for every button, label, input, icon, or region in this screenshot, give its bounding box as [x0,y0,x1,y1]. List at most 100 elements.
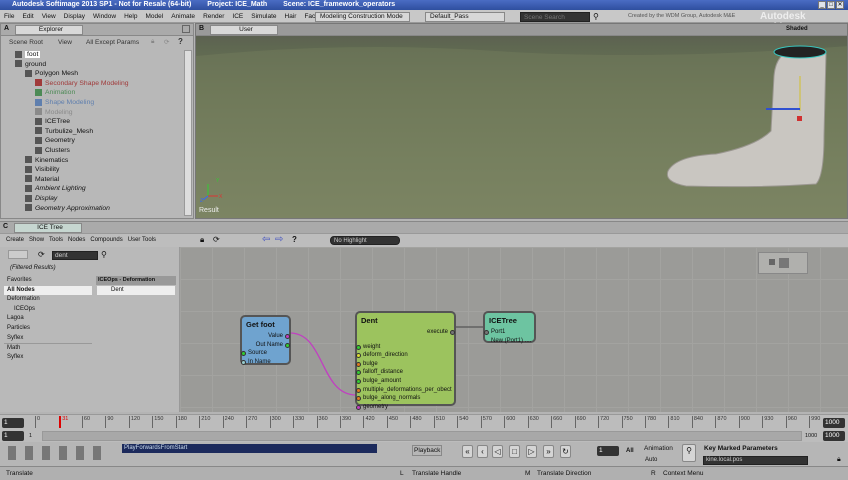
first-frame-button[interactable]: « [462,445,473,458]
prev-key-button[interactable]: ‹ [477,445,488,458]
view-letter[interactable]: A [4,25,9,32]
port-value[interactable]: Value [242,332,290,341]
current-frame-field[interactable]: 1 [597,446,619,456]
scene-search-input[interactable] [520,12,590,22]
playback-menu-button[interactable]: Playback [412,445,443,456]
help-icon[interactable]: ? [292,235,297,244]
wire-value-to-geometry[interactable] [289,332,357,396]
menu-view[interactable]: View [42,10,56,23]
tree-item[interactable]: Material [3,175,183,185]
tree-item[interactable]: ground [3,60,183,70]
port-deform-direction[interactable]: deform_direction [356,351,454,360]
tree-item[interactable]: Geometry Approximation [3,204,183,214]
tree-item[interactable]: Visibility [3,165,183,175]
close-button[interactable]: ✕ [836,1,844,9]
help-button[interactable]: ? [178,37,183,46]
menu-animate[interactable]: Animate [171,10,195,23]
ice-view-select[interactable]: ICE Tree [14,223,82,233]
port-port1[interactable]: Port1 [484,328,534,337]
menu-hair[interactable]: Hair [285,10,297,23]
timeline[interactable]: 1 0 31 60 90 120 150 180 210 240 270 300 330 360 390 4… [0,414,848,430]
stop-button[interactable]: □ [509,445,520,458]
port-weight[interactable]: weight [356,343,454,352]
tree-item[interactable]: foot [3,50,183,60]
tree-item[interactable]: Turbulize_Mesh [3,127,183,137]
maximize-button[interactable]: □ [827,1,835,9]
range-slider[interactable]: 1 1 1000 1000 [0,430,848,442]
tree-item[interactable]: Display [3,194,183,204]
tree-item[interactable]: ICETree [3,117,183,127]
menu-edit[interactable]: Edit [22,10,33,23]
category-item[interactable]: Syflex [4,334,92,344]
lock-icon[interactable]: 🔒︎ [151,38,154,46]
category-item[interactable]: Syflex [4,353,92,363]
menu-model[interactable]: Model [145,10,163,23]
port-new[interactable]: New (Port1) .... [485,337,534,346]
all-button[interactable]: All [626,448,634,454]
menu-ice[interactable]: ICE [232,10,243,23]
tree-item[interactable]: Secondary Shape Modeling [3,79,183,89]
back-arrow-icon[interactable]: ⇦ [262,234,270,245]
animation-menu-button[interactable]: Animation [644,445,673,452]
ice-menu-tools[interactable]: Tools [49,237,63,243]
view-button[interactable]: View [58,39,72,46]
tree-item[interactable]: Polygon Mesh [3,69,183,79]
category-item[interactable]: Deformation [4,295,92,305]
menu-display[interactable]: Display [64,10,85,23]
highlight-select[interactable]: No Highlight [330,236,400,245]
loop-button[interactable]: ↻ [560,445,571,458]
key-marked-button[interactable]: Key Marked Parameters [704,445,778,452]
scene-root-button[interactable]: Scene Root [9,39,43,46]
gizmo-x-handle[interactable] [797,116,802,121]
explorer-scrollbar[interactable] [184,50,192,216]
category-item[interactable]: All Nodes [4,285,92,296]
explorer-view-select[interactable]: Explorer [15,25,83,35]
menu-render[interactable]: Render [203,10,224,23]
node-dent[interactable]: Dent execute weight deform_direction bulge… [355,311,456,410]
minimize-button[interactable]: _ [818,1,826,9]
pass-select[interactable]: Default_Pass [425,12,505,22]
menu-help[interactable]: Help [124,10,137,23]
forward-arrow-icon[interactable]: ⇨ [275,234,283,245]
port-out-name[interactable]: Out Name [242,341,290,350]
result-item-dent[interactable]: Dent [97,286,175,295]
menu-simulate[interactable]: Simulate [251,10,276,23]
play-button[interactable]: ▷ [526,445,537,458]
category-item[interactable]: Particles [4,324,92,334]
port-bulge-along-normals[interactable]: bulge_along_normals [356,394,454,403]
refresh-icon[interactable]: ⟳ [38,250,45,259]
ice-menu-show[interactable]: Show [29,237,44,243]
view-letter[interactable]: B [199,25,204,32]
viewport-3d[interactable]: B User Shaded X Y Z Result [195,23,848,219]
tree-item[interactable]: Geometry [3,136,183,146]
category-item[interactable]: Favorites [4,276,92,286]
node-search-input[interactable] [52,251,98,260]
port-source[interactable]: Source [241,349,289,358]
menu-window[interactable]: Window [93,10,116,23]
tree-item[interactable]: Shape Modeling [3,98,183,108]
key-icon[interactable]: ⚲ [682,444,696,462]
tree-item[interactable]: Ambient Lighting [3,184,183,194]
layout-buttons[interactable] [8,446,108,460]
port-falloff-distance[interactable]: falloff_distance [356,368,454,377]
category-item[interactable]: ICEOps [4,305,92,315]
step-back-button[interactable]: ◁ [492,445,503,458]
refresh-icon[interactable]: ⟳ [164,38,169,46]
port-bulge[interactable]: bulge [356,360,454,369]
port-multiple-deformations-per-obect[interactable]: multiple_deformations_per_obect [356,386,454,395]
end-frame-field[interactable]: 1000 [823,418,845,428]
marked-param-field[interactable]: kine.local.pos [703,456,808,465]
search-icon[interactable]: ⚲ [593,12,599,21]
search-icon[interactable]: ⚲ [101,250,107,259]
view-mode-select[interactable] [8,250,28,259]
lock-icon[interactable]: 🔒︎ [837,456,841,464]
filter-button[interactable]: All Except Params [86,39,139,46]
refresh-icon[interactable]: ⟳ [213,235,220,244]
lock-icon[interactable]: 🔒︎ [200,235,204,245]
auto-key-button[interactable]: Auto [645,457,657,463]
maximize-panel-icon[interactable] [182,25,190,33]
range-end-field[interactable]: 1000 [823,431,845,441]
node-icetree[interactable]: ICETree Port1 New (Port1) .... [483,311,536,346]
tree-item[interactable]: Animation [3,88,183,98]
category-item[interactable]: Lagoa [4,314,92,324]
